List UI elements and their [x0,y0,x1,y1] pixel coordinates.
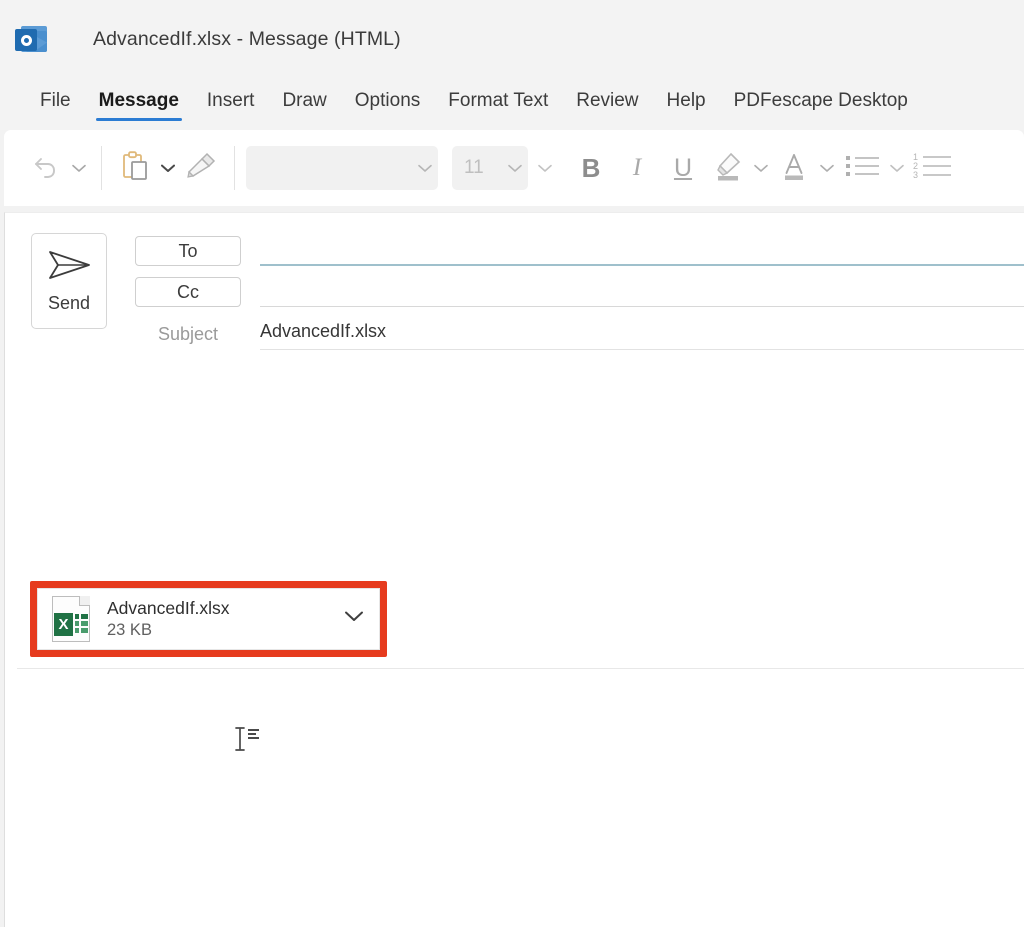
format-painter-button[interactable] [179,146,223,190]
window-title: AdvancedIf.xlsx - Message (HTML) [93,27,401,50]
ribbon-toolbar: 11 B I U 1 2 3 [4,130,1024,206]
tab-options[interactable]: Options [341,78,434,124]
chevron-down-icon [754,164,768,173]
subject-row: Subject AdvancedIf.xlsx [135,318,1024,350]
undo-dropdown-button[interactable] [68,149,90,187]
chevron-down-icon [161,164,175,173]
text-highlight-dropdown-button[interactable] [750,149,772,187]
subject-input[interactable]: AdvancedIf.xlsx [260,318,1024,350]
text-highlight-button[interactable] [706,146,750,190]
chevron-down-icon [72,164,86,173]
paste-dropdown-button[interactable] [157,149,179,187]
tab-insert[interactable]: Insert [193,78,269,124]
undo-icon [30,150,62,187]
tab-help[interactable]: Help [653,78,720,124]
send-paper-plane-icon [45,248,93,287]
outlook-compose-window: AdvancedIf.xlsx - Message (HTML) File Me… [0,0,1024,927]
font-name-combobox[interactable] [246,146,438,190]
chevron-down-icon [344,610,364,628]
chevron-down-icon [538,164,552,173]
chevron-down-icon [508,157,522,179]
text-highlight-icon [711,150,745,187]
to-button[interactable]: To [135,236,241,266]
to-input[interactable] [260,236,1024,266]
cc-input[interactable] [260,277,1024,307]
font-color-icon [778,150,810,187]
font-color-button[interactable] [772,146,816,190]
text-cursor-icon [233,725,263,753]
paste-icon [118,149,152,188]
font-grow-dropdown-button[interactable] [534,149,556,187]
attachment-file-name: AdvancedIf.xlsx [107,597,230,618]
excel-icon-letter: X [54,613,73,636]
attachment-file-size: 23 KB [107,621,152,640]
compose-pane: Send To Cc Subject AdvancedIf.xlsx X Adv… [4,212,1024,927]
message-body-editor[interactable] [5,669,1024,927]
tab-pdfescape-desktop[interactable]: PDFescape Desktop [720,78,922,124]
svg-text:3: 3 [913,170,918,180]
bulleted-list-dropdown-button[interactable] [886,149,908,187]
attachment-chip[interactable]: X AdvancedIf.xlsx 23 KB [37,588,380,650]
bulleted-list-button[interactable] [838,146,886,190]
excel-file-icon: X [52,596,90,642]
cc-button[interactable]: Cc [135,277,241,307]
paste-button[interactable] [113,146,157,190]
underline-button[interactable]: U [660,145,706,191]
title-bar: AdvancedIf.xlsx - Message (HTML) [0,0,1024,78]
chevron-down-icon [418,157,432,179]
attachment-texts: AdvancedIf.xlsx 23 KB [107,598,341,640]
font-size-value: 11 [464,157,484,178]
subject-label: Subject [157,323,219,344]
recipient-fields: To Cc Subject AdvancedIf.xlsx [135,236,1024,350]
tab-review[interactable]: Review [562,78,652,124]
chevron-down-icon [890,164,904,173]
ribbon-separator-2 [234,146,235,190]
to-row: To [135,236,1024,266]
numbered-list-icon: 1 2 3 [912,151,952,186]
attachment-area: X AdvancedIf.xlsx 23 KB [30,581,387,657]
attachment-dropdown-button[interactable] [341,610,367,628]
ribbon-tab-strip: File Message Insert Draw Options Format … [0,78,1024,130]
bold-button[interactable]: B [568,145,614,191]
format-painter-icon [183,150,219,187]
font-color-dropdown-button[interactable] [816,149,838,187]
send-button[interactable]: Send [31,233,107,329]
cc-row: Cc [135,277,1024,307]
tab-draw[interactable]: Draw [268,78,340,124]
tab-message[interactable]: Message [85,78,193,124]
bulleted-list-icon [843,151,881,186]
chevron-down-icon [820,164,834,173]
outlook-icon [14,22,48,56]
ribbon-separator-1 [101,146,102,190]
numbered-list-button[interactable]: 1 2 3 [908,146,956,190]
undo-button[interactable] [24,146,68,190]
send-button-label: Send [47,293,91,313]
tab-file[interactable]: File [26,78,85,124]
font-size-combobox[interactable]: 11 [452,146,528,190]
italic-button[interactable]: I [614,145,660,191]
compose-header: Send To Cc Subject AdvancedIf.xlsx [5,213,1024,356]
tab-format-text[interactable]: Format Text [434,78,562,124]
